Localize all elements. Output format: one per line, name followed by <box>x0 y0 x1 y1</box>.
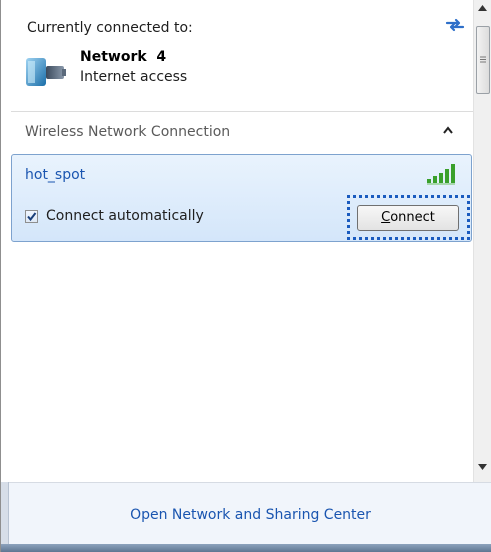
refresh-arrows-icon[interactable] <box>444 16 466 34</box>
connect-button[interactable]: Connect <box>357 205 459 231</box>
current-network-name: Network 4 <box>80 49 167 65</box>
network-flyout: Currently connected to: Network 4 Intern… <box>0 0 491 552</box>
wireless-section-header[interactable]: Wireless Network Connection <box>25 124 230 140</box>
connect-automatically-label[interactable]: Connect automatically <box>46 208 204 224</box>
flyout-footer: Open Network and Sharing Center <box>9 482 491 544</box>
network-globe-icon <box>24 52 68 92</box>
signal-strength-icon <box>425 161 461 185</box>
chevron-up-icon[interactable] <box>443 126 453 137</box>
current-network-status: Internet access <box>80 69 188 85</box>
window-frame-left <box>1 482 9 544</box>
wireless-network-name: hot_spot <box>25 167 86 183</box>
taskbar-edge <box>1 544 491 552</box>
currently-connected-label: Currently connected to: <box>27 20 193 36</box>
open-network-sharing-center-link[interactable]: Open Network and Sharing Center <box>9 507 491 523</box>
connect-automatically-checkbox[interactable] <box>25 210 38 223</box>
section-divider <box>11 111 473 112</box>
vertical-scrollbar[interactable] <box>473 0 491 482</box>
scroll-up-arrow-icon[interactable] <box>478 4 487 14</box>
scroll-thumb[interactable] <box>476 26 490 94</box>
wireless-network-item[interactable]: hot_spot Connect automatically Connect <box>11 154 472 242</box>
scroll-down-arrow-icon[interactable] <box>478 463 487 473</box>
